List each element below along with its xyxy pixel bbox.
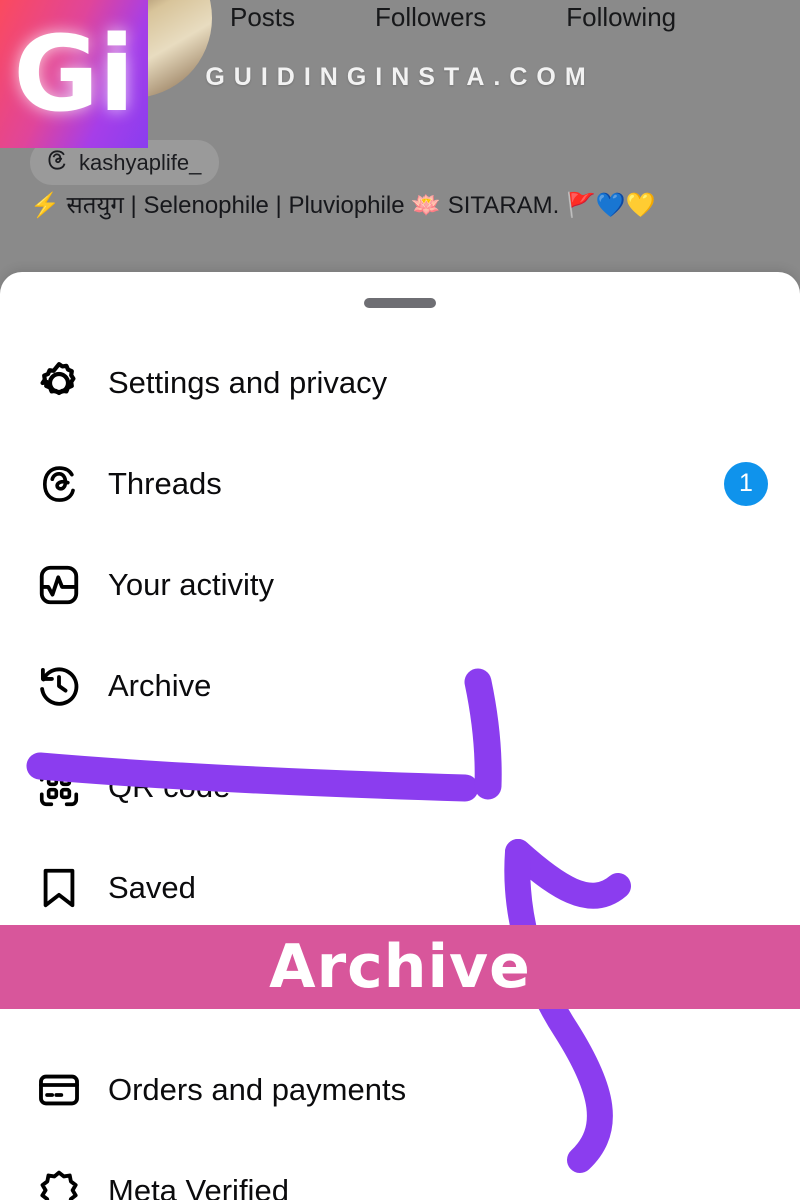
stat-posts[interactable]: Posts (230, 2, 295, 33)
menu-item-label: Archive (108, 667, 212, 703)
activity-icon (32, 558, 86, 612)
menu-item-meta-verified[interactable]: Meta Verified (0, 1140, 800, 1200)
threads-icon (32, 457, 86, 511)
menu-item-orders-and-payments[interactable]: Orders and payments (0, 1039, 800, 1140)
threads-icon (44, 147, 70, 178)
menu-item-threads[interactable]: Threads 1 (0, 433, 800, 534)
credit-card-icon (32, 1063, 86, 1117)
menu-item-label: Meta Verified (108, 1172, 289, 1200)
threads-handle-text: kashyaplife_ (79, 149, 202, 175)
menu-item-saved[interactable]: Saved (0, 837, 800, 938)
bookmark-icon (32, 861, 86, 915)
status-badge: 1 (724, 461, 768, 506)
menu-item-your-activity[interactable]: Your activity (0, 534, 800, 635)
options-bottom-sheet: Settings and privacy Threads 1 Your acti… (0, 272, 800, 1200)
profile-stats: Posts Followers Following (230, 2, 790, 33)
menu-item-label: Orders and payments (108, 1071, 407, 1107)
brand-logo-text: Gi (13, 13, 135, 135)
gear-icon (32, 356, 86, 410)
sheet-menu-list: Settings and privacy Threads 1 Your acti… (0, 332, 800, 1200)
sheet-drag-handle[interactable] (364, 298, 436, 308)
brand-logo: Gi (0, 0, 148, 148)
annotation-banner: Archive (0, 925, 800, 1009)
menu-item-qr-code[interactable]: QR code (0, 736, 800, 837)
menu-item-label: Your activity (108, 566, 274, 602)
menu-item-label: Threads (108, 465, 222, 501)
menu-item-label: Settings and privacy (108, 364, 388, 400)
annotation-banner-label: Archive (269, 932, 531, 1002)
menu-item-settings-and-privacy[interactable]: Settings and privacy (0, 332, 800, 433)
menu-item-label: QR code (108, 768, 231, 804)
stat-following[interactable]: Following (566, 2, 676, 33)
menu-item-label: Saved (108, 869, 196, 905)
profile-bio: ⚡ सतयुग | Selenophile | Pluviophile 🪷 SI… (30, 192, 656, 219)
menu-item-archive[interactable]: Archive (0, 635, 800, 736)
meta-verified-icon (32, 1164, 86, 1200)
archive-icon (32, 659, 86, 713)
stat-followers[interactable]: Followers (375, 2, 486, 33)
qr-code-icon (32, 760, 86, 814)
